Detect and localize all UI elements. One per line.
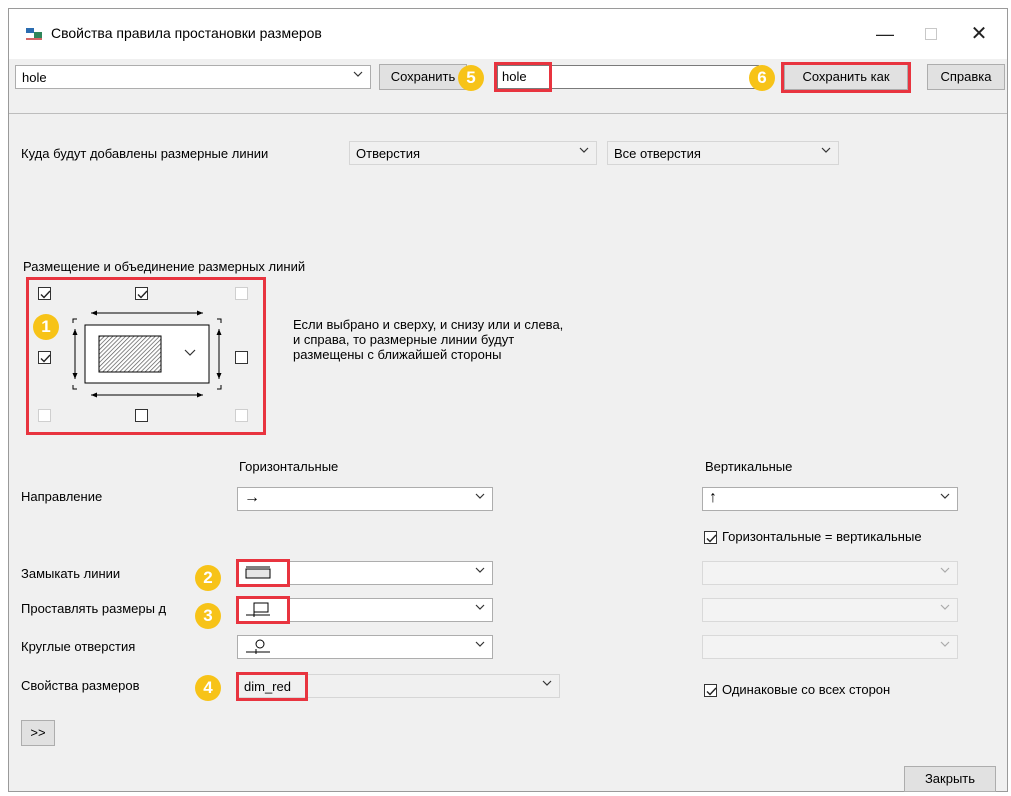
placement-title: Размещение и объединение размерных линий bbox=[23, 259, 306, 274]
bottom-right-checkbox[interactable] bbox=[235, 409, 248, 422]
window-title: Свойства правила простановки размеров bbox=[51, 25, 322, 41]
badge-1: 1 bbox=[33, 314, 59, 340]
chevron-down-icon bbox=[475, 602, 485, 612]
placement-diagram bbox=[63, 305, 233, 403]
chevron-down-icon bbox=[475, 639, 485, 649]
highlight-dim-props bbox=[236, 672, 308, 701]
badge-5: 5 bbox=[458, 65, 484, 91]
highlight-save-as bbox=[781, 62, 911, 93]
badge-4: 4 bbox=[195, 675, 221, 701]
chevron-down-icon bbox=[475, 565, 485, 575]
bottom-left-checkbox[interactable] bbox=[38, 409, 51, 422]
horizontal-header: Горизонтальные bbox=[239, 459, 339, 474]
v-close-lines-select[interactable] bbox=[702, 561, 958, 585]
placement-hint-line2: и справа, то размерные линии будут bbox=[293, 332, 515, 347]
chevron-down-icon bbox=[940, 639, 950, 649]
chevron-down-icon bbox=[940, 565, 950, 575]
help-button[interactable]: Справка bbox=[927, 64, 1005, 90]
minimize-button[interactable]: — bbox=[865, 19, 905, 49]
target-scope-value: Все отверстия bbox=[614, 146, 701, 161]
right-checkbox[interactable] bbox=[235, 351, 248, 364]
chevron-down-icon bbox=[353, 69, 363, 79]
title-bar: Свойства правила простановки размеров — … bbox=[9, 9, 1007, 59]
chevron-down-icon bbox=[475, 491, 485, 501]
close-button[interactable]: Закрыть bbox=[904, 766, 996, 792]
h-equals-v-checkbox[interactable] bbox=[704, 531, 717, 544]
round-holes-label: Круглые отверстия bbox=[21, 639, 136, 654]
top-right-checkbox[interactable] bbox=[235, 287, 248, 300]
target-type-value: Отверстия bbox=[356, 146, 421, 161]
dim-props-label: Свойства размеров bbox=[21, 678, 140, 693]
vertical-header: Вертикальные bbox=[705, 459, 793, 474]
app-icon bbox=[25, 26, 43, 40]
chevron-down-icon bbox=[821, 145, 831, 155]
target-label: Куда будут добавлены размерные линии bbox=[21, 146, 269, 161]
h-direction-select[interactable]: → bbox=[237, 487, 493, 511]
expand-button[interactable]: >> bbox=[21, 720, 55, 746]
round-holes-select[interactable] bbox=[237, 635, 493, 659]
v-direction-select[interactable]: ↑ bbox=[702, 487, 958, 511]
maximize-button[interactable] bbox=[911, 19, 951, 49]
same-all-sides-checkbox[interactable] bbox=[704, 684, 717, 697]
v-dim-to-select[interactable] bbox=[702, 598, 958, 622]
badge-2: 2 bbox=[195, 565, 221, 591]
round-hole-icon bbox=[244, 639, 272, 658]
badge-6: 6 bbox=[749, 65, 775, 91]
badge-3: 3 bbox=[195, 603, 221, 629]
direction-label: Направление bbox=[21, 489, 103, 504]
top-checkbox[interactable] bbox=[135, 287, 148, 300]
placement-hint-line3: размещены с ближайшей стороны bbox=[293, 347, 502, 362]
save-button[interactable]: Сохранить bbox=[379, 64, 467, 90]
chevron-down-icon bbox=[940, 491, 950, 501]
h-equals-v-label: Горизонтальные = вертикальные bbox=[722, 529, 922, 544]
same-all-sides-label: Одинаковые со всех сторон bbox=[722, 682, 891, 697]
close-window-icon[interactable]: ✕ bbox=[959, 19, 999, 49]
chevron-down-icon bbox=[579, 145, 589, 155]
chevron-down-icon bbox=[940, 602, 950, 612]
chevron-down-icon bbox=[542, 678, 552, 688]
close-lines-label: Замыкать линии bbox=[21, 566, 121, 581]
top-left-checkbox[interactable] bbox=[38, 287, 51, 300]
highlight-name-input bbox=[494, 62, 552, 92]
rule-select-value: hole bbox=[22, 70, 47, 85]
rule-select[interactable]: hole bbox=[15, 65, 371, 89]
placement-hint-line1: Если выбрано и сверху, и снизу или и сле… bbox=[293, 317, 564, 332]
v-direction-value: ↑ bbox=[709, 489, 717, 506]
highlight-close-lines bbox=[236, 559, 290, 587]
dialog-window: Свойства правила простановки размеров — … bbox=[8, 8, 1008, 792]
bottom-checkbox[interactable] bbox=[135, 409, 148, 422]
left-checkbox[interactable] bbox=[38, 351, 51, 364]
dim-to-label: Проставлять размеры д bbox=[21, 601, 167, 616]
target-scope-select[interactable]: Все отверстия bbox=[607, 141, 839, 165]
target-type-select[interactable]: Отверстия bbox=[349, 141, 597, 165]
h-direction-value: → bbox=[244, 489, 260, 506]
highlight-dim-to bbox=[236, 596, 290, 624]
v-round-holes-select[interactable] bbox=[702, 635, 958, 659]
toolbar-separator bbox=[9, 113, 1007, 114]
